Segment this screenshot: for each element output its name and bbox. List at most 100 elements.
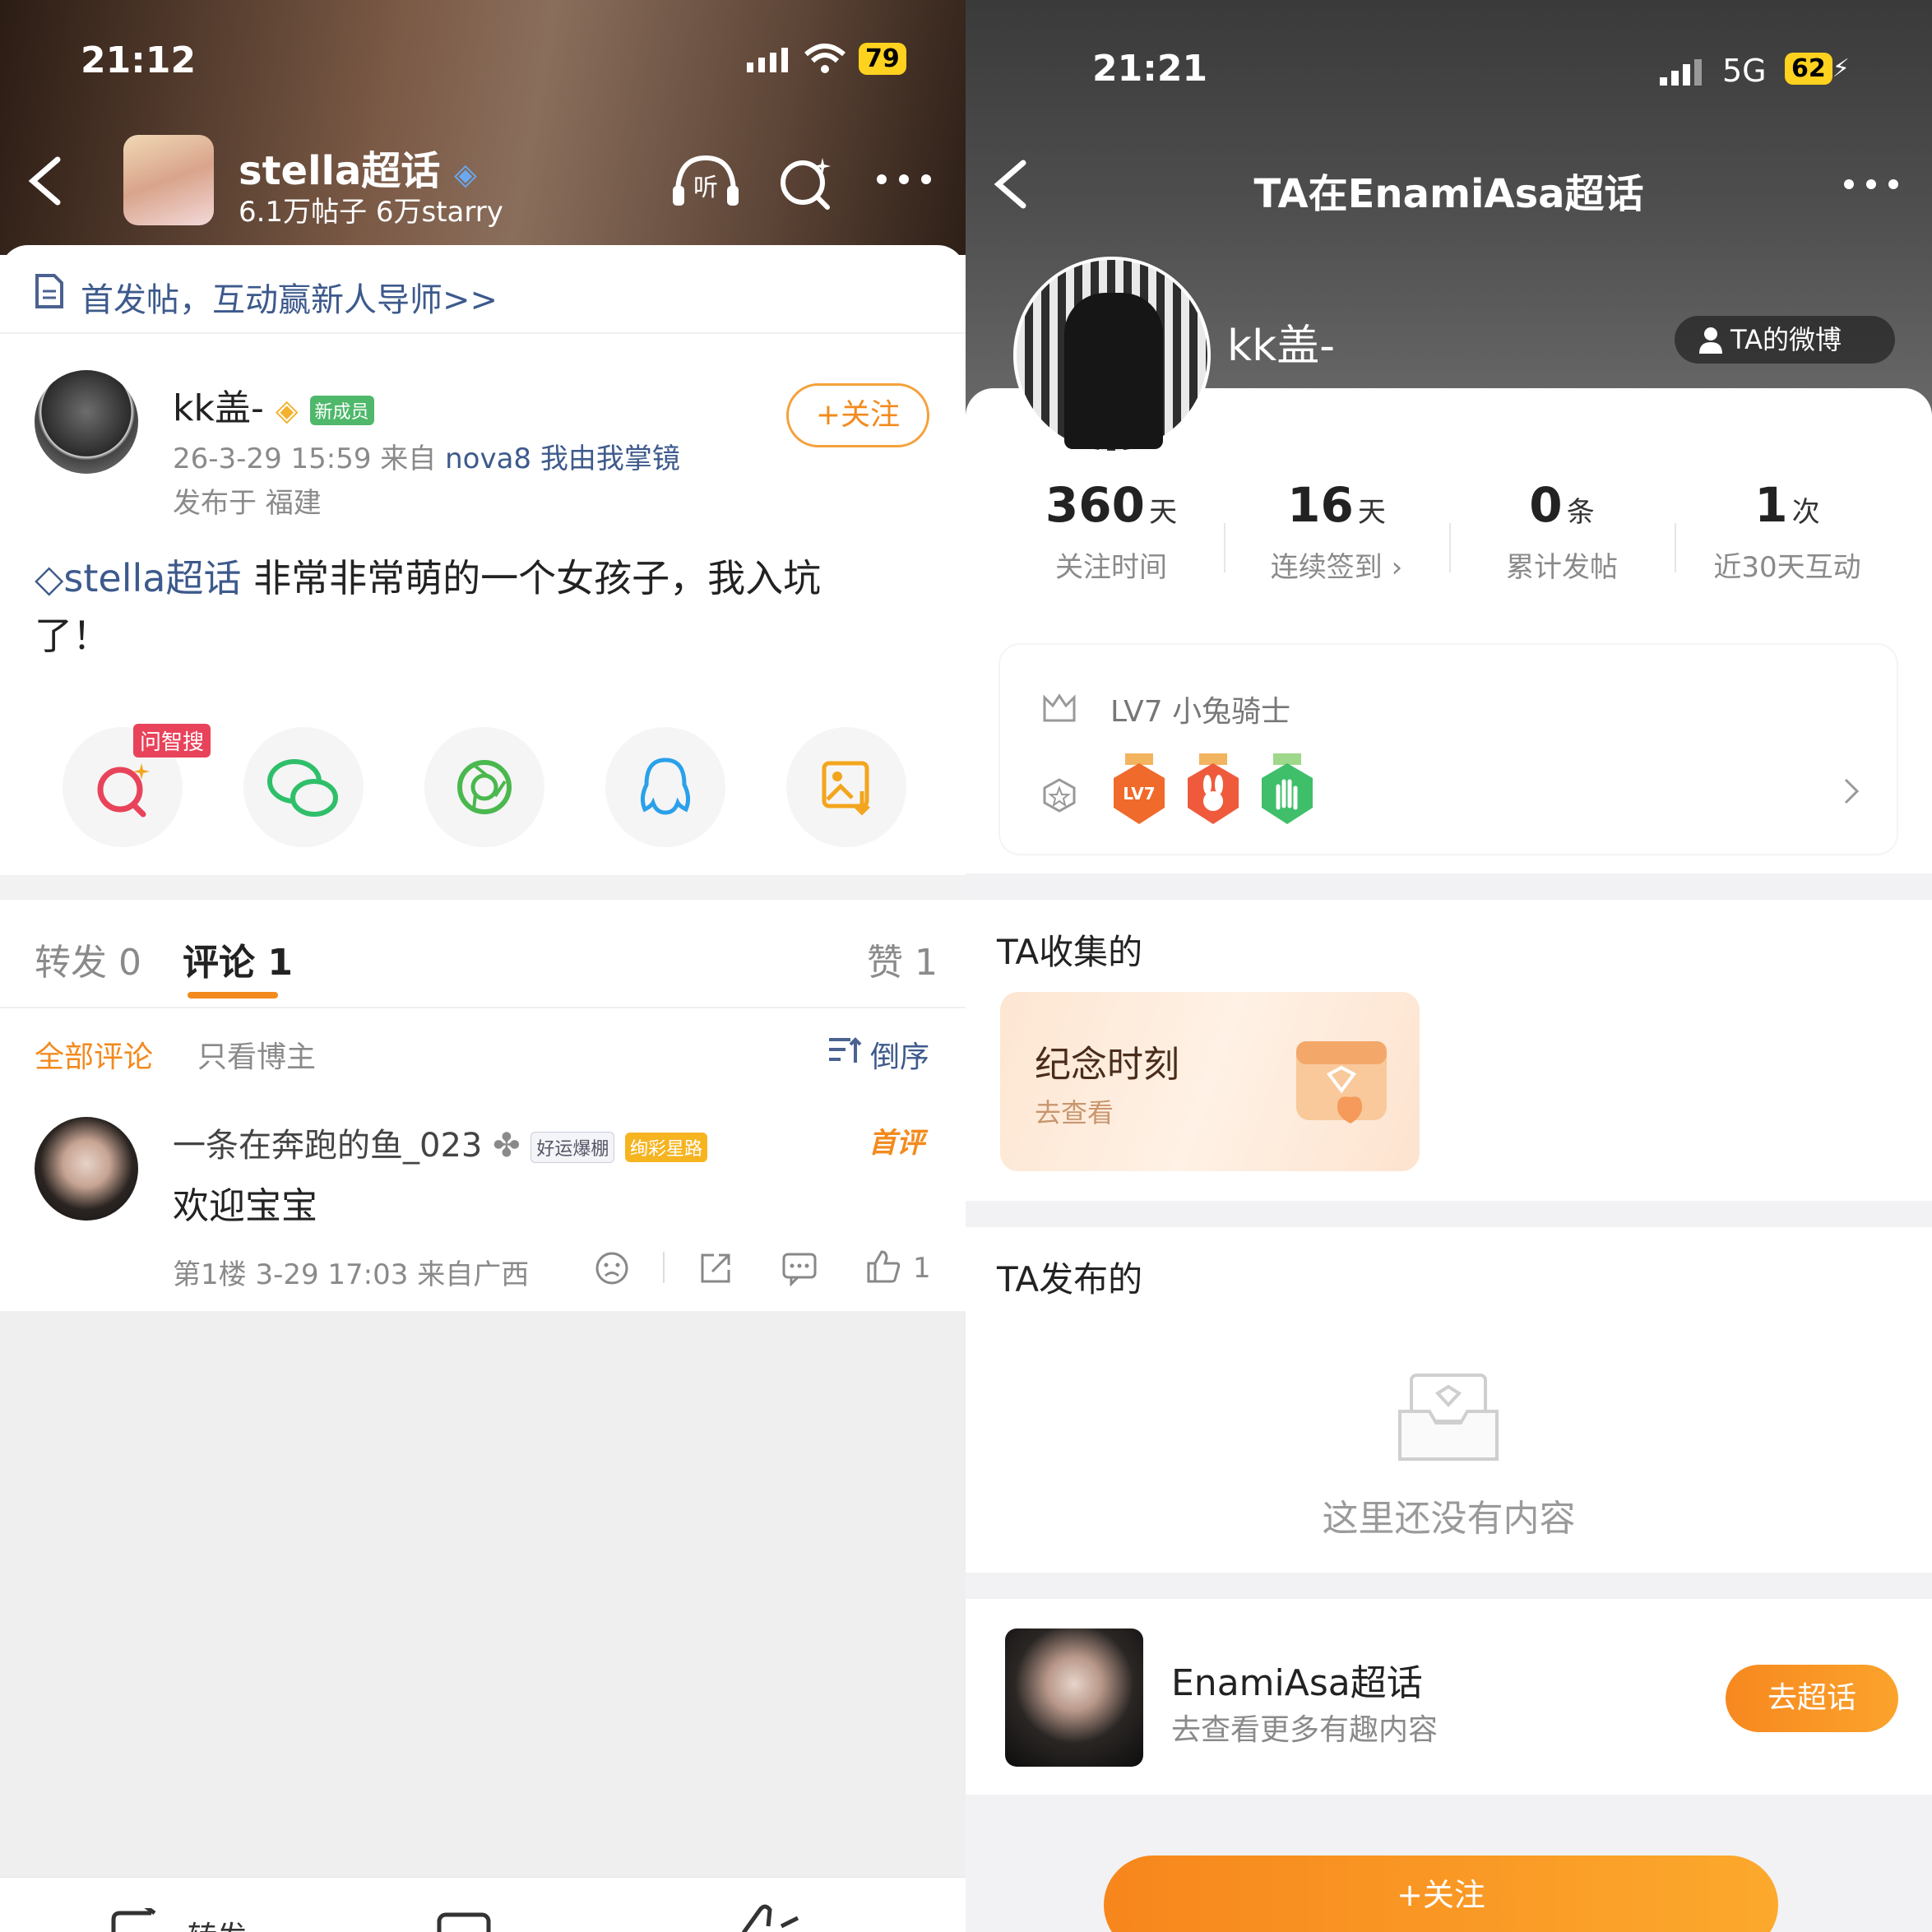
medal-lv7-badge[interactable]: LV7 bbox=[1110, 753, 1168, 827]
divider bbox=[663, 1252, 665, 1283]
tab-like[interactable]: 赞 1 bbox=[867, 933, 938, 985]
wechat-share-button[interactable] bbox=[243, 727, 364, 847]
post-device: nova8 我由我掌镜 bbox=[445, 442, 680, 475]
collected-title: TA收集的 bbox=[997, 932, 1143, 972]
medal-rabbit-badge[interactable] bbox=[1184, 753, 1242, 827]
comment-meta: 第1楼 3-29 17:03 来自广西 bbox=[173, 1258, 530, 1291]
signal-icon bbox=[745, 46, 791, 74]
author-name[interactable]: kk盖- ◈ 新成员 bbox=[173, 378, 374, 431]
comment-text: 欢迎宝宝 bbox=[173, 1185, 317, 1227]
topic-link[interactable]: ◇stella超话 bbox=[35, 556, 241, 600]
more-icon[interactable] bbox=[875, 173, 933, 186]
topic-subtitle: 去查看更多有趣内容 bbox=[1171, 1713, 1439, 1747]
post-meta: 26-3-29 15:59 来自 nova8 我由我掌镜 bbox=[173, 442, 680, 475]
go-topic-button[interactable]: 去超话 bbox=[1726, 1665, 1898, 1732]
commenter-name: 一条在奔跑的鱼_023 bbox=[173, 1127, 483, 1165]
level-label: LV7 小兔骑士 bbox=[1110, 695, 1291, 729]
divider bbox=[0, 332, 966, 334]
listen-icon[interactable]: 听 bbox=[671, 153, 740, 207]
svg-text:LV7: LV7 bbox=[1123, 784, 1155, 804]
reply-icon[interactable] bbox=[781, 1250, 818, 1286]
empty-area bbox=[0, 1311, 966, 1877]
person-icon bbox=[1698, 326, 1724, 354]
new-member-badge: 新成员 bbox=[309, 396, 374, 425]
repost-icon[interactable] bbox=[110, 1908, 176, 1932]
left-screen: 21:12 79 stella超话 ◈ 6.1万帖子 6万starry 听 首发… bbox=[0, 0, 966, 1932]
search-icon[interactable] bbox=[776, 153, 834, 211]
filter-owner-only[interactable]: 只看博主 bbox=[197, 1033, 316, 1076]
battery-indicator: 62 ⚡ bbox=[1785, 53, 1850, 85]
sort-icon bbox=[827, 1035, 862, 1066]
stat-checkin-days[interactable]: 16 天 连续签到 › bbox=[1224, 477, 1449, 585]
memorial-card-link[interactable]: 去查看 bbox=[1035, 1092, 1114, 1130]
svg-text:听: 听 bbox=[693, 174, 718, 202]
profile-avatar[interactable] bbox=[1013, 257, 1211, 454]
dislike-icon[interactable] bbox=[594, 1250, 630, 1286]
sort-order-button[interactable]: 倒序 bbox=[870, 1033, 929, 1076]
empty-state-text: 这里还没有内容 bbox=[1322, 1498, 1576, 1540]
charging-icon: ⚡ bbox=[1832, 54, 1850, 83]
tab-indicator bbox=[188, 992, 278, 998]
signal-icon bbox=[1658, 58, 1707, 87]
repost-label[interactable]: 转发 bbox=[188, 1913, 247, 1932]
save-image-button[interactable] bbox=[786, 727, 906, 847]
clover-icon: ✤ bbox=[493, 1127, 521, 1165]
thumbs-up-icon[interactable] bbox=[740, 1902, 831, 1932]
posted-title: TA发布的 bbox=[997, 1259, 1143, 1300]
stats-row: 360 天 关注时间 16 天 连续签到 › 0 条 累计发帖 1 次 近30天… bbox=[998, 477, 1900, 625]
right-screen: 21:21 5G 62 ⚡ TA在EnamiAsa超话 kk盖- TA的微博 36… bbox=[966, 0, 1932, 1932]
like-icon[interactable] bbox=[865, 1249, 901, 1285]
qq-share-button[interactable] bbox=[605, 727, 725, 847]
filter-all-comments[interactable]: 全部评论 bbox=[35, 1033, 153, 1076]
commenter-row: 一条在奔跑的鱼_023 ✤ 好运爆棚 绚彩星路 bbox=[173, 1119, 708, 1166]
moments-share-button[interactable] bbox=[424, 727, 544, 847]
ta-weibo-button[interactable]: TA的微博 bbox=[1675, 316, 1895, 364]
lucky-badge: 好运爆棚 bbox=[530, 1132, 615, 1163]
medal-icon bbox=[1041, 773, 1077, 813]
follow-button[interactable]: +关注 bbox=[786, 383, 929, 447]
medal-hand-badge[interactable] bbox=[1258, 753, 1316, 827]
memorial-card-title: 纪念时刻 bbox=[1035, 1044, 1179, 1086]
comment-icon[interactable] bbox=[436, 1911, 502, 1932]
star-road-badge: 绚彩星路 bbox=[625, 1133, 708, 1162]
diamond-outline-icon: ◇ bbox=[35, 556, 64, 600]
more-icon[interactable] bbox=[1842, 178, 1900, 191]
share-icon[interactable] bbox=[697, 1250, 734, 1286]
profile-name: kk盖- bbox=[1227, 322, 1335, 371]
page-title: TA在EnamiAsa超话 bbox=[1253, 171, 1644, 217]
tab-comment[interactable]: 评论 1 bbox=[183, 933, 293, 985]
topic-title: stella超话 ◈ bbox=[239, 148, 477, 194]
section-gap bbox=[0, 875, 966, 900]
battery-indicator: 79 bbox=[859, 43, 906, 75]
chevron-right-icon[interactable] bbox=[1842, 776, 1862, 806]
topic-avatar[interactable] bbox=[123, 135, 214, 225]
crown-icon bbox=[1041, 691, 1077, 724]
divider bbox=[0, 1007, 966, 1008]
author-avatar[interactable] bbox=[35, 370, 138, 474]
empty-box-icon bbox=[1397, 1370, 1500, 1462]
commenter-avatar[interactable] bbox=[35, 1117, 138, 1221]
first-comment-badge: 首评 bbox=[869, 1127, 924, 1160]
diamond-icon: ◈ bbox=[454, 158, 477, 192]
stat-follow-days: 360 天 关注时间 bbox=[1045, 477, 1178, 584]
topic-name: EnamiAsa超话 bbox=[1171, 1662, 1423, 1704]
document-icon bbox=[35, 273, 64, 309]
status-time: 21:12 bbox=[81, 39, 197, 81]
stat-posts: 0 条 累计发帖 bbox=[1506, 477, 1618, 584]
tab-repost[interactable]: 转发 0 bbox=[35, 933, 141, 985]
post-location: 发布于 福建 bbox=[173, 487, 322, 520]
post-content: ◇stella超话 非常非常萌的一个女孩子，我入坑 了！ bbox=[35, 556, 822, 658]
follow-button[interactable]: +关注 bbox=[1104, 1856, 1778, 1932]
notice-link[interactable]: 首发帖，互动赢新人导师>> bbox=[81, 273, 498, 321]
back-icon[interactable] bbox=[25, 155, 66, 207]
topic-cover-image[interactable] bbox=[1005, 1629, 1143, 1767]
vip-diamond-icon: ◈ bbox=[275, 394, 299, 428]
topic-subtitle: 6.1万帖子 6万starry bbox=[239, 196, 503, 229]
stat-interactions: 1 次 近30天互动 bbox=[1713, 477, 1861, 584]
network-type: 5G bbox=[1722, 53, 1767, 89]
like-count: 1 bbox=[913, 1252, 931, 1285]
ai-search-tag: 问智搜 bbox=[133, 724, 211, 758]
calendar-heart-icon bbox=[1280, 1025, 1395, 1132]
wifi-icon bbox=[803, 43, 847, 76]
status-time: 21:21 bbox=[1092, 48, 1208, 90]
